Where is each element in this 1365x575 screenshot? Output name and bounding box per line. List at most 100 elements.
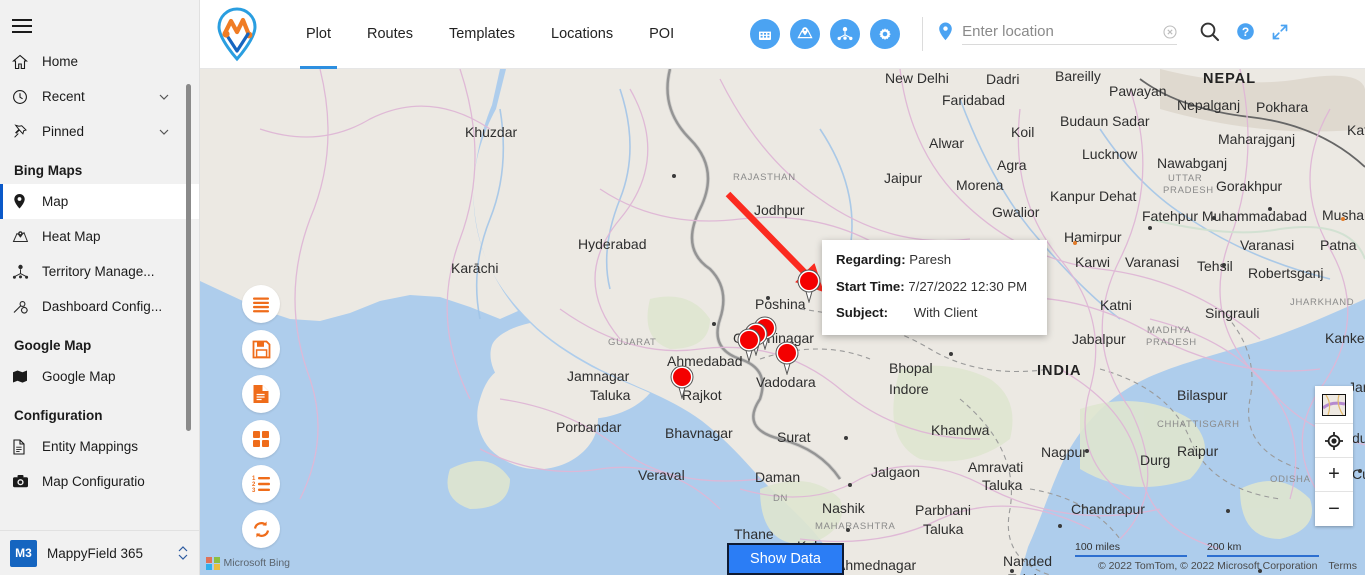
sidebar-item-label: Map: [42, 194, 69, 209]
help-icon[interactable]: ?: [1236, 22, 1255, 46]
scale-miles-label: 100 miles: [1075, 541, 1120, 553]
grid-icon[interactable]: [242, 420, 280, 458]
sidebar-item-dashboard-config[interactable]: Dashboard Config...: [0, 289, 199, 324]
sidebar-group-configuration: Configuration: [14, 408, 103, 423]
city-dot: [1212, 216, 1216, 220]
sidebar-item-recent[interactable]: Recent: [0, 79, 199, 114]
attribution-text: © 2022 TomTom, © 2022 Microsoft Corporat…: [1097, 560, 1318, 572]
home-icon: [12, 54, 42, 70]
tab-routes[interactable]: Routes: [349, 0, 431, 69]
map-style-thumbnail[interactable]: [1315, 386, 1353, 424]
dashboard-config-icon: [12, 299, 42, 315]
save-icon[interactable]: [242, 330, 280, 368]
tab-plot[interactable]: Plot: [288, 0, 349, 69]
tab-poi[interactable]: POI: [631, 0, 692, 69]
header-action-icons: [750, 19, 901, 49]
app-name-label: MappyField 365: [47, 545, 144, 561]
map-pin-icon: [12, 193, 42, 210]
sidebar-item-label: Home: [42, 54, 79, 69]
city-dot: [1268, 207, 1272, 211]
map-marker[interactable]: [736, 328, 762, 362]
map-attribution: © 2022 TomTom, © 2022 Microsoft Corporat…: [1098, 560, 1357, 572]
refresh-icon[interactable]: [242, 510, 280, 548]
city-dot: [712, 322, 716, 326]
map-marker[interactable]: [796, 269, 822, 303]
scale-miles-bar: [1075, 555, 1187, 557]
folded-map-icon: [12, 369, 42, 384]
territory-icon: [12, 264, 42, 280]
infobox-row-subject: Subject: With Client: [836, 305, 1033, 321]
sidebar-group-google-map: Google Map: [14, 338, 92, 353]
sidebar-group-bing-maps: Bing Maps: [14, 163, 83, 178]
tab-templates[interactable]: Templates: [431, 0, 533, 69]
microsoft-squares-icon: [206, 556, 220, 570]
sidebar-item-home[interactable]: Home: [0, 44, 199, 79]
sidebar-item-label: Dashboard Config...: [42, 299, 163, 314]
app-badge: M3: [10, 539, 37, 567]
map-marker[interactable]: [669, 365, 695, 399]
sidebar-scrollbar[interactable]: [186, 84, 191, 431]
zoom-in-button[interactable]: +: [1315, 458, 1353, 492]
sidebar-item-map[interactable]: Map: [0, 184, 199, 219]
scale-km-label: 200 km: [1207, 541, 1242, 553]
city-dot: [949, 352, 953, 356]
search-input[interactable]: [962, 23, 1128, 40]
scale-bar-km: 200 km: [1207, 541, 1319, 557]
show-data-button[interactable]: Show Data: [727, 543, 844, 575]
sidebar-item-heat-map[interactable]: Heat Map: [0, 219, 199, 254]
location-pin-icon: [937, 21, 954, 48]
city-dot: [1222, 263, 1226, 267]
bing-logo: Microsoft Bing: [206, 556, 291, 570]
gear-icon[interactable]: [870, 19, 901, 49]
chevron-down-icon[interactable]: [157, 125, 171, 139]
territory-hierarchy-icon[interactable]: [830, 19, 861, 49]
map-canvas[interactable]: Khuzdar Hyderabad Karāchi RAJASTHAN Jodhpur P…: [200, 69, 1365, 575]
scale-bar-miles: 100 miles: [1075, 541, 1187, 557]
city-dot: [1085, 449, 1089, 453]
map-marker[interactable]: [774, 341, 800, 375]
infobox-value: With Client: [913, 305, 978, 321]
city-dot: [1148, 226, 1152, 230]
location-input-wrapper: [962, 23, 1178, 45]
city-dot: [1226, 509, 1230, 513]
zoom-out-button[interactable]: −: [1315, 492, 1353, 526]
scale-km-bar: [1207, 555, 1319, 557]
infobox-row-start-time: Start Time: 7/27/2022 12:30 PM: [836, 279, 1033, 295]
map-tool-rail: 123: [242, 285, 280, 548]
tab-locations[interactable]: Locations: [533, 0, 631, 69]
plot-location-icon[interactable]: [790, 19, 821, 49]
hamburger-menu-icon[interactable]: [0, 8, 44, 44]
terms-link[interactable]: Terms: [1328, 560, 1357, 572]
list-menu-icon[interactable]: [242, 285, 280, 323]
camera-icon: [12, 474, 42, 489]
city-dot: [672, 174, 676, 178]
numbered-list-icon[interactable]: 123: [242, 465, 280, 503]
sidebar-item-google-map[interactable]: Google Map: [0, 359, 199, 394]
city-dot: [1073, 241, 1077, 245]
bing-logo-label: Microsoft Bing: [223, 557, 291, 570]
sidebar-app-switcher[interactable]: M3 MappyField 365: [0, 530, 199, 575]
up-down-chevron-icon[interactable]: [176, 544, 190, 562]
expand-icon[interactable]: [1271, 23, 1289, 46]
sidebar-scroll-area: Home Recent Pinned Bing Maps Map Heat Ma…: [0, 44, 199, 547]
locate-me-icon[interactable]: [1315, 424, 1353, 458]
calendar-icon[interactable]: [750, 19, 781, 49]
report-icon[interactable]: [242, 375, 280, 413]
marker-infobox: Regarding: Paresh Start Time: 7/27/2022 …: [822, 240, 1047, 335]
main-content: Plot Routes Templates Locations POI Ente…: [200, 0, 1365, 575]
chevron-down-icon[interactable]: [157, 90, 171, 104]
sidebar-item-label: Google Map: [42, 369, 116, 384]
infobox-key: Subject:: [836, 305, 889, 321]
sidebar-item-map-configuration[interactable]: Map Configuratio: [0, 464, 199, 499]
sidebar-item-territory-management[interactable]: Territory Manage...: [0, 254, 199, 289]
sidebar-item-pinned[interactable]: Pinned: [0, 114, 199, 149]
map-base-graphics: [200, 69, 1365, 575]
sidebar: Home Recent Pinned Bing Maps Map Heat Ma…: [0, 0, 200, 575]
search-icon[interactable]: [1199, 21, 1220, 47]
city-dot: [846, 528, 850, 532]
sidebar-item-entity-mappings[interactable]: Entity Mappings: [0, 429, 199, 464]
city-dot: [848, 483, 852, 487]
infobox-row-regarding: Regarding: Paresh: [836, 252, 1033, 268]
city-dot: [1058, 524, 1062, 528]
clear-circle-icon[interactable]: [1163, 24, 1177, 39]
